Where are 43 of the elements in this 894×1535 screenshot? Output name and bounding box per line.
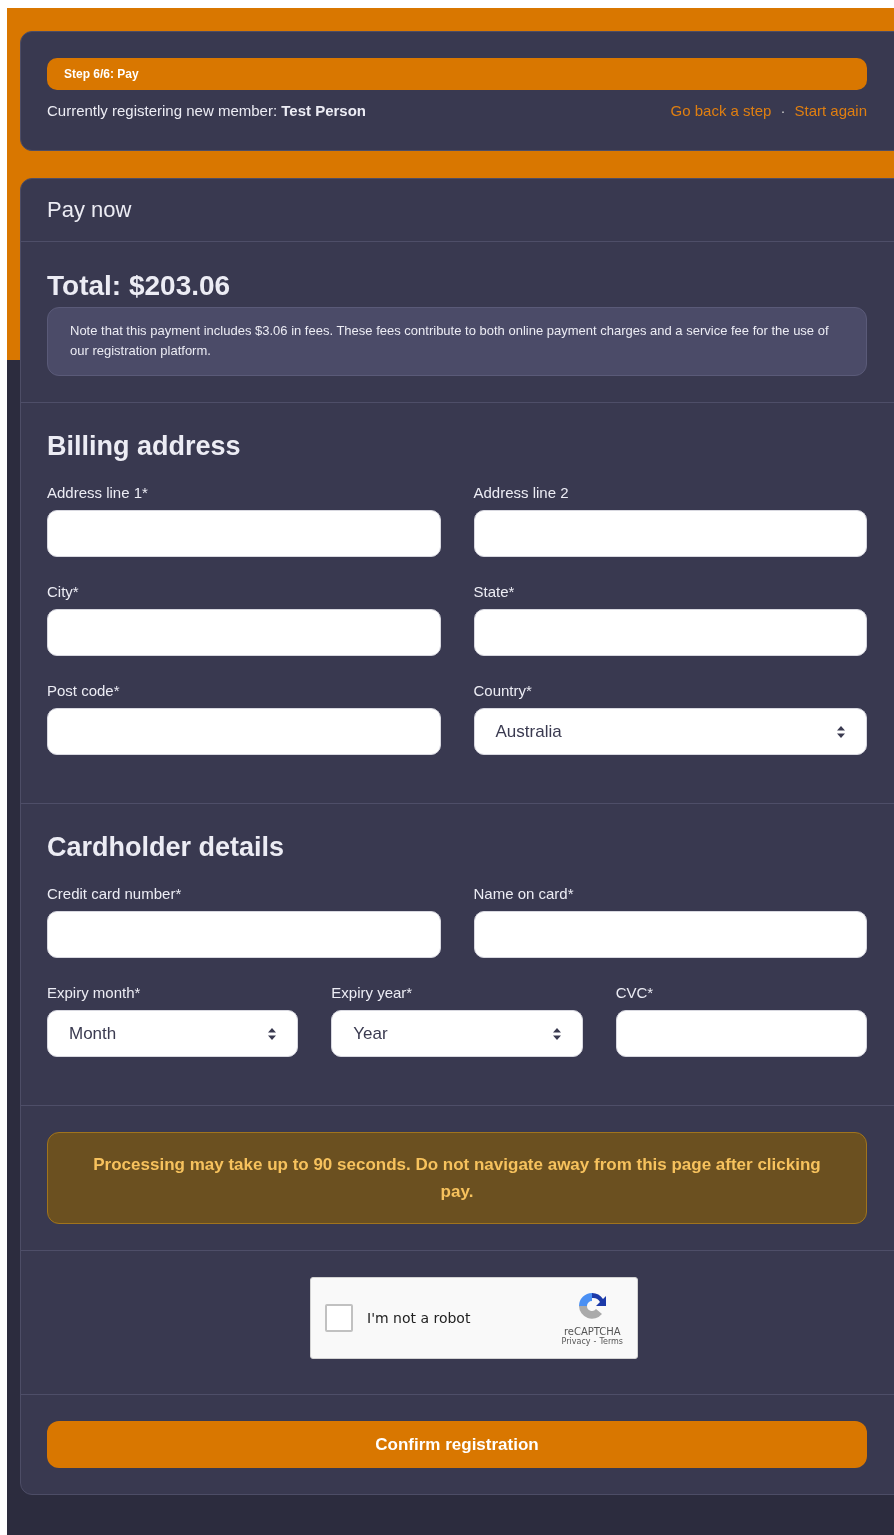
privacy-link[interactable]: Privacy <box>561 1337 591 1346</box>
captcha-label: I'm not a robot <box>367 1310 472 1326</box>
select-field[interactable]: Australia <box>473 708 867 755</box>
nav-link[interactable]: Go back a step <box>670 102 772 119</box>
select-field[interactable]: Month <box>47 1010 299 1057</box>
total-amount: Total: $203.06 <box>47 269 232 302</box>
input-field[interactable] <box>47 708 441 755</box>
field-label: Country* <box>473 682 533 699</box>
step-banner: Step 6/6: Pay <box>47 58 867 90</box>
member-text: Currently registering new member: Test Person <box>47 102 366 119</box>
field-label: City* <box>47 583 80 600</box>
input-field[interactable] <box>473 510 867 557</box>
input-field[interactable] <box>47 911 441 958</box>
recaptcha-brand: reCAPTCHA <box>563 1326 621 1337</box>
input-field[interactable] <box>47 609 441 656</box>
field-label: Credit card number* <box>47 885 183 902</box>
sort-arrows-icon <box>268 1027 277 1040</box>
field-label: Address line 1* <box>47 484 149 501</box>
section-title: Cardholder details <box>47 831 286 863</box>
field-label: Expiry year* <box>331 984 414 1001</box>
input-field[interactable] <box>473 609 867 656</box>
input-field[interactable] <box>615 1010 867 1057</box>
field-label: State* <box>473 583 516 600</box>
sort-arrows-icon <box>837 725 845 738</box>
field-label: Post code* <box>47 682 121 699</box>
field-label: Expiry month* <box>47 984 142 1001</box>
field-label: Address line 2 <box>473 484 570 501</box>
nav-link[interactable]: Start again <box>794 102 867 119</box>
section-title: Billing address <box>47 430 242 462</box>
select-field[interactable]: Year <box>331 1010 583 1057</box>
separator-dot: · <box>780 102 786 119</box>
captcha-checkbox[interactable] <box>325 1304 353 1332</box>
sort-arrows-icon <box>552 1027 561 1040</box>
terms-link[interactable]: Terms <box>599 1337 623 1346</box>
warning-alert: Processing may take up to 90 seconds. Do not navigate away from this page after clicking pay. <box>47 1132 867 1224</box>
link-separator: - <box>593 1337 597 1346</box>
recaptcha-logo-icon <box>576 1290 609 1322</box>
input-field[interactable] <box>473 911 867 958</box>
panel-title: Pay now <box>47 197 132 222</box>
fee-note: Note that this payment includes $3.06 in fees. These fees contribute to both online payment charges and a service fee for the use of our registration platform. <box>47 307 867 376</box>
field-label: CVC* <box>615 984 655 1001</box>
input-field[interactable] <box>47 510 441 557</box>
field-label: Name on card* <box>473 885 575 902</box>
